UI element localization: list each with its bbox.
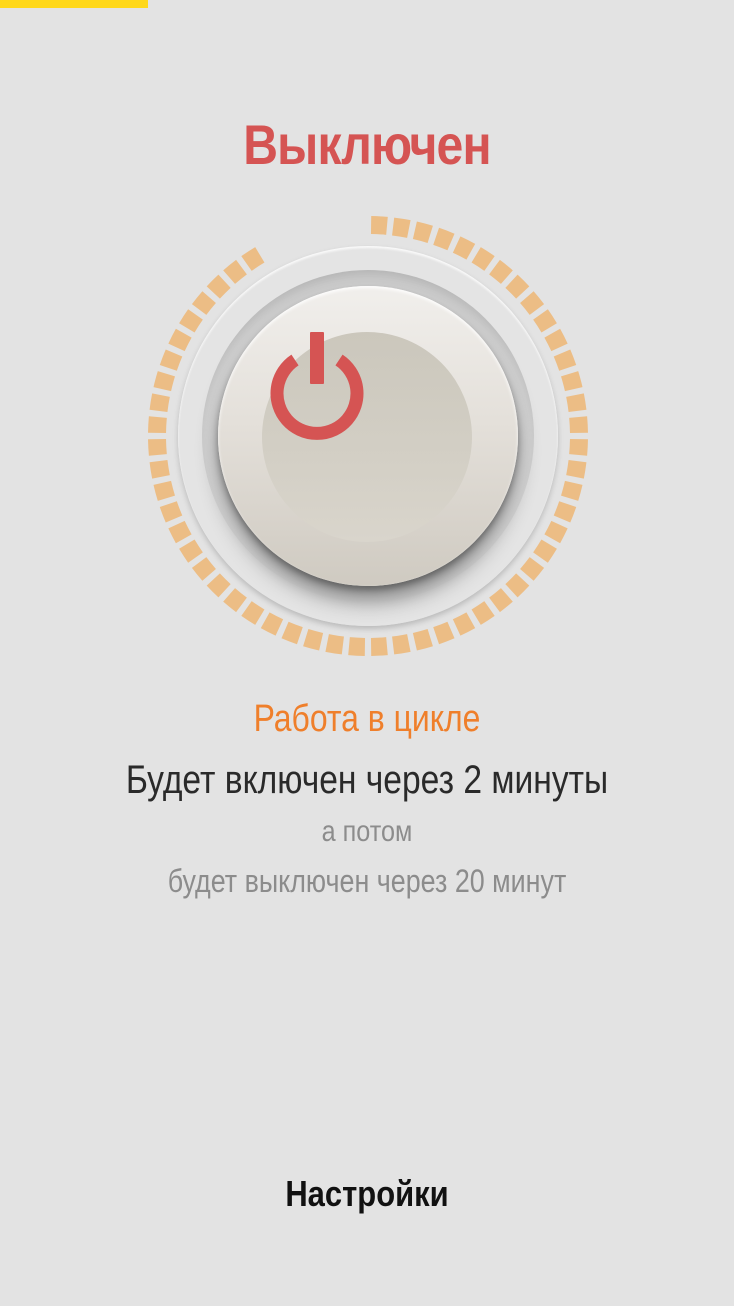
progress-segment [281,621,303,645]
progress-segment [348,637,366,656]
cycle-mode-label: Работа в цикле [253,698,481,740]
progress-segment [553,501,577,523]
progress-segment [569,438,588,456]
progress-segment [471,601,495,625]
progress-segment [149,460,170,479]
progress-segment [206,573,231,598]
progress-segment [392,634,411,655]
status-title: Выключен [243,113,491,176]
power-dial [146,214,590,658]
app-screen: Выключен Работа в цикле Будет включен че… [0,0,734,1306]
progress-segment [241,601,265,625]
progress-segment [561,480,583,501]
progress-segment [223,588,247,613]
power-button-face [262,332,472,542]
progress-segment [561,371,583,392]
progress-segment [520,557,545,581]
progress-segment [370,216,388,235]
progress-segment [489,588,513,613]
progress-segment [223,259,247,284]
progress-segment [149,393,170,412]
progress-segment [148,416,167,434]
progress-segment [303,629,324,651]
progress-segment [206,274,231,299]
progress-segment [452,612,476,636]
after-action-text: будет выключен через 20 минут [167,863,567,899]
progress-segment [544,520,568,544]
progress-segment [153,480,175,501]
power-icon [270,332,364,440]
progress-segment [370,637,388,656]
progress-segment [489,259,513,284]
progress-segment [191,291,216,315]
progress-segment [566,460,587,479]
progress-segment [505,274,530,299]
progress-segment [179,539,203,563]
progress-segment [471,247,495,271]
progress-segment [241,247,265,271]
settings-button[interactable]: Настройки [238,1164,496,1224]
power-button[interactable] [218,286,518,586]
progress-segment [148,438,167,456]
progress-segment [566,393,587,412]
progress-segment [179,309,203,333]
progress-segment [191,557,216,581]
top-accent-bar [0,0,148,8]
progress-segment [412,629,433,651]
progress-segment [452,236,476,260]
progress-segment [544,328,568,352]
progress-segment [520,291,545,315]
progress-segment [533,539,557,563]
progress-segment [392,217,411,238]
progress-segment [168,520,192,544]
progress-segment [412,221,433,243]
progress-segment [159,349,183,371]
progress-segment [168,328,192,352]
progress-segment [325,634,344,655]
progress-segment [433,621,455,645]
progress-segment [505,573,530,598]
progress-segment [533,309,557,333]
progress-segment [553,349,577,371]
progress-segment [433,227,455,251]
progress-segment [153,371,175,392]
next-action-text: Будет включен через 2 минуты [125,758,609,802]
then-label: а потом [321,815,413,848]
progress-segment [159,501,183,523]
progress-segment [260,612,284,636]
progress-segment [569,416,588,434]
